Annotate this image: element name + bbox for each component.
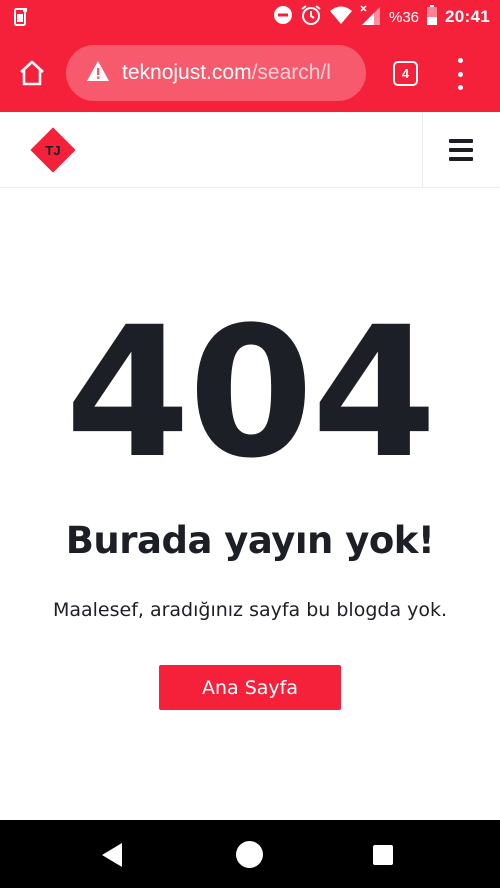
error-headline: Burada yayın yok! (65, 519, 435, 562)
do-not-disturb-icon (273, 5, 293, 30)
error-page: 404 Burada yayın yok! Maalesef, aradığın… (0, 188, 500, 820)
error-code: 404 (65, 289, 437, 498)
home-icon[interactable] (14, 55, 50, 91)
url-path: /search/l (251, 61, 331, 84)
tab-count: 4 (401, 66, 410, 81)
status-bar: %36 20:41 (0, 0, 500, 34)
error-message: Maalesef, aradığınız sayfa bu blogda yok… (52, 599, 448, 621)
site-header: TJ (0, 112, 500, 188)
browser-toolbar: teknojust.com/search/l 4 (0, 34, 500, 112)
url-domain: teknojust.com (122, 61, 252, 84)
home-page-button[interactable]: Ana Sayfa (159, 665, 341, 710)
url-text[interactable]: teknojust.com/search/l (122, 61, 331, 85)
site-logo[interactable]: TJ (30, 127, 76, 173)
alarm-icon (300, 4, 322, 31)
recents-icon[interactable] (373, 845, 393, 865)
address-bar[interactable]: teknojust.com/search/l (66, 45, 366, 101)
warning-icon[interactable] (86, 60, 110, 87)
signal-icon (360, 4, 382, 30)
clock: 20:41 (445, 7, 490, 26)
home-circle-icon[interactable] (236, 841, 263, 868)
status-icons: %36 20:41 (273, 0, 490, 34)
android-nav-bar (0, 820, 500, 888)
wifi-icon (329, 5, 353, 30)
battery-percent: %36 (388, 8, 420, 26)
hamburger-menu-icon[interactable] (449, 139, 473, 161)
tabs-icon[interactable]: 4 (393, 61, 418, 86)
battery-icon (426, 4, 438, 30)
back-icon[interactable] (100, 842, 124, 873)
phone-icon (14, 8, 28, 31)
more-vert-icon[interactable] (450, 58, 470, 90)
logo-text: TJ (45, 142, 61, 158)
header-divider (422, 112, 423, 188)
